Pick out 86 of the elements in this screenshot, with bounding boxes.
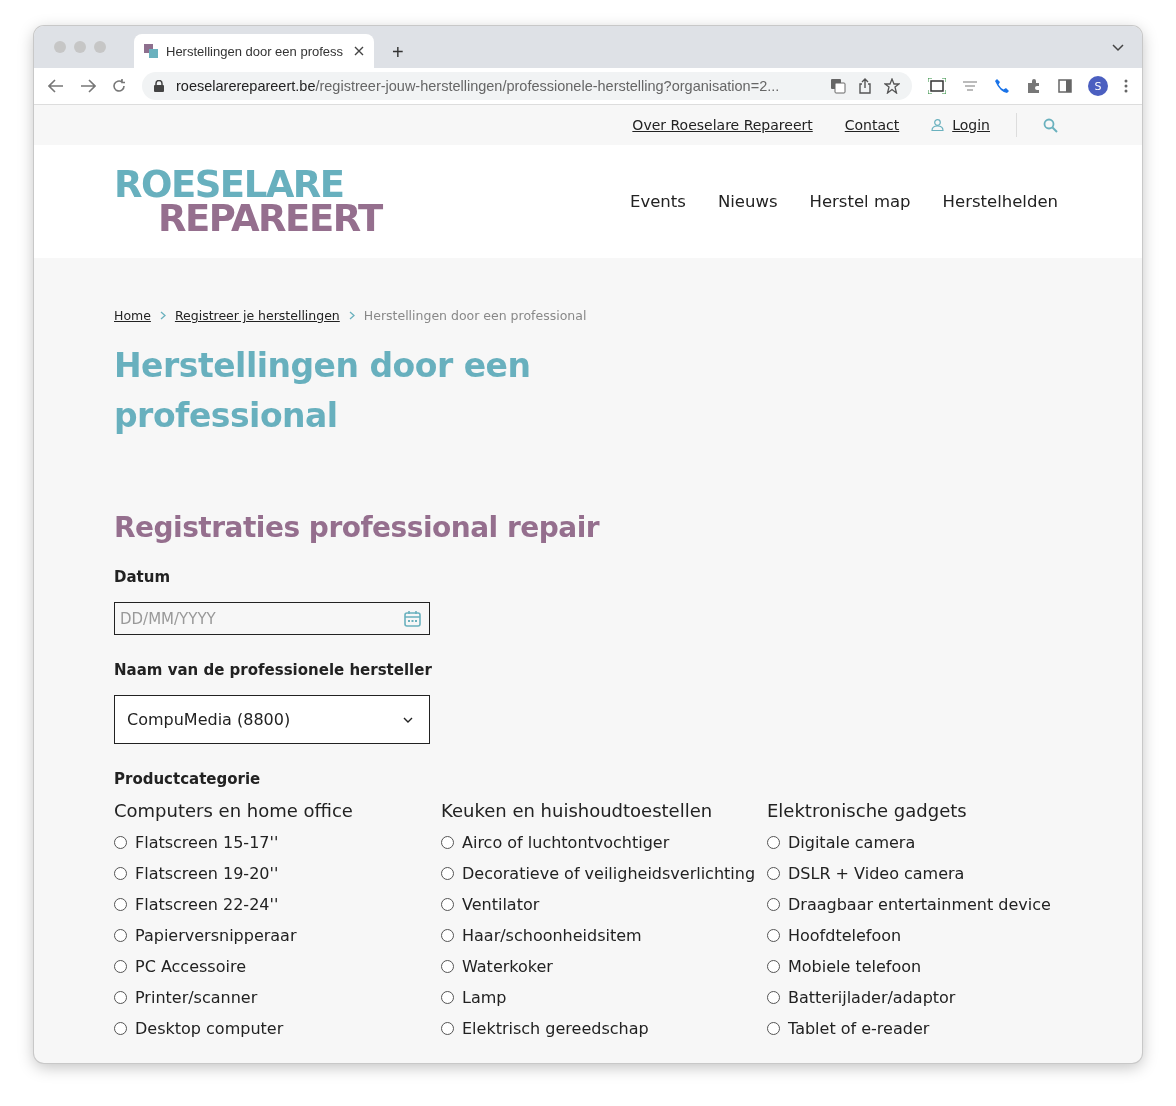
address-bar[interactable]: roeselarerepareert.be/registreer-jouw-herstellingen/professionele-herstelling?organisation=2... bbox=[142, 72, 912, 100]
side-panel-icon[interactable] bbox=[1058, 79, 1072, 93]
category-group-title: Elektronische gadgets bbox=[767, 800, 968, 821]
nav-link[interactable]: Herstel map bbox=[809, 192, 911, 211]
radio-label[interactable]: Papierversnipperaar bbox=[135, 926, 297, 945]
breadcrumb-link[interactable]: Registreer je herstellingen bbox=[174, 308, 340, 323]
translate-icon[interactable] bbox=[830, 78, 846, 94]
field-label: Datum bbox=[114, 568, 172, 586]
radio-label[interactable]: Lamp bbox=[462, 988, 507, 1007]
radio-label[interactable]: Ventilator bbox=[462, 895, 540, 914]
breadcrumb-current: Herstellingen door een professional bbox=[363, 308, 587, 323]
nav-link[interactable]: Herstelhelden bbox=[942, 192, 1058, 211]
browser-tab[interactable]: Herstellingen door een profess bbox=[134, 34, 374, 68]
screenshot-icon[interactable] bbox=[928, 78, 946, 94]
radio-button[interactable] bbox=[441, 867, 454, 880]
radio-button[interactable] bbox=[441, 960, 454, 973]
phone-icon[interactable] bbox=[994, 78, 1010, 94]
radio-button[interactable] bbox=[767, 1022, 780, 1035]
radio-label[interactable]: Hoofdtelefoon bbox=[788, 926, 902, 945]
chevron-down-icon bbox=[403, 716, 413, 723]
radio-label[interactable]: DSLR + Video camera bbox=[788, 864, 965, 883]
nav-link[interactable]: Nieuws bbox=[717, 192, 778, 211]
radio-button[interactable] bbox=[767, 960, 780, 973]
date-input-field[interactable]: DD/MM/YYYY bbox=[114, 602, 430, 635]
radio-label[interactable]: Elektrisch gereedschap bbox=[462, 1019, 649, 1038]
share-icon[interactable] bbox=[858, 78, 872, 94]
site-favicon-icon bbox=[144, 44, 158, 58]
radio-label[interactable]: Airco of luchtontvochtiger bbox=[462, 833, 670, 852]
forward-arrow-icon[interactable] bbox=[80, 79, 96, 93]
breadcrumb-link[interactable]: Home bbox=[114, 308, 151, 323]
profile-avatar[interactable]: S bbox=[1088, 76, 1108, 96]
radio-label[interactable]: Haar/schoonheidsitem bbox=[462, 926, 642, 945]
new-tab-button[interactable]: + bbox=[386, 41, 410, 64]
radio-button[interactable] bbox=[441, 1022, 454, 1035]
radio-button[interactable] bbox=[767, 898, 780, 911]
top-link[interactable]: Contact bbox=[844, 117, 900, 133]
repairer-select[interactable]: CompuMedia (8800) bbox=[114, 695, 430, 744]
radio-button[interactable] bbox=[767, 867, 780, 880]
radio-button[interactable] bbox=[114, 991, 127, 1004]
radio-label[interactable]: Flatscreen 22-24'' bbox=[135, 895, 279, 914]
radio-button[interactable] bbox=[441, 929, 454, 942]
radio-button[interactable] bbox=[114, 960, 127, 973]
radio-label[interactable]: Draagbaar entertainment device bbox=[788, 895, 1051, 914]
radio-label[interactable]: Batterijlader/adaptor bbox=[788, 988, 956, 1007]
radio-label[interactable]: Decoratieve of veiligheidsverlichting bbox=[462, 864, 756, 883]
close-icon[interactable] bbox=[354, 46, 364, 56]
field-label: Productcategorie bbox=[114, 770, 262, 788]
user-icon bbox=[931, 119, 945, 131]
site-logo[interactable]: ROESELARE REPAREERT bbox=[114, 167, 382, 236]
nav-link[interactable]: Events bbox=[630, 192, 686, 211]
radio-label[interactable]: Desktop computer bbox=[135, 1019, 284, 1038]
radio-button[interactable] bbox=[114, 898, 127, 911]
login-link[interactable]: Login bbox=[952, 117, 990, 133]
category-group-title: Keuken en huishoudtoestellen bbox=[441, 800, 714, 821]
back-arrow-icon[interactable] bbox=[48, 79, 64, 93]
page-title: Herstellingen door een professional bbox=[114, 345, 532, 437]
radio-button[interactable] bbox=[767, 929, 780, 942]
radio-label[interactable]: Waterkoker bbox=[462, 957, 553, 976]
reload-icon[interactable] bbox=[112, 79, 126, 93]
category-group-title: Computers en home office bbox=[114, 800, 354, 821]
chevron-right-icon bbox=[159, 311, 166, 320]
radio-label[interactable]: Tablet of e-reader bbox=[788, 1019, 930, 1038]
radio-button[interactable] bbox=[441, 991, 454, 1004]
lock-icon bbox=[154, 80, 164, 92]
radio-button[interactable] bbox=[114, 929, 127, 942]
chevron-right-icon bbox=[348, 311, 355, 320]
puzzle-icon[interactable] bbox=[1026, 78, 1042, 94]
radio-button[interactable] bbox=[767, 836, 780, 849]
top-link[interactable]: Over Roeselare Repareert bbox=[632, 117, 813, 133]
radio-label[interactable]: Flatscreen 15-17'' bbox=[135, 833, 279, 852]
star-icon[interactable] bbox=[884, 78, 900, 94]
radio-button[interactable] bbox=[441, 836, 454, 849]
radio-button[interactable] bbox=[441, 898, 454, 911]
radio-button[interactable] bbox=[114, 836, 127, 849]
field-label: Naam van de professionele hersteller bbox=[114, 661, 433, 679]
menu-icon[interactable] bbox=[1124, 79, 1128, 93]
radio-label[interactable]: Digitale camera bbox=[788, 833, 916, 852]
radio-label[interactable]: PC Accessoire bbox=[135, 957, 246, 976]
radio-button[interactable] bbox=[114, 1022, 127, 1035]
radio-label[interactable]: Printer/scanner bbox=[135, 988, 258, 1007]
radio-button[interactable] bbox=[114, 867, 127, 880]
radio-button[interactable] bbox=[767, 991, 780, 1004]
radio-label[interactable]: Mobiele telefoon bbox=[788, 957, 922, 976]
form-heading: Registraties professional repair bbox=[114, 511, 601, 544]
chevron-down-icon[interactable] bbox=[1112, 44, 1124, 52]
radio-label[interactable]: Flatscreen 19-20'' bbox=[135, 864, 279, 883]
